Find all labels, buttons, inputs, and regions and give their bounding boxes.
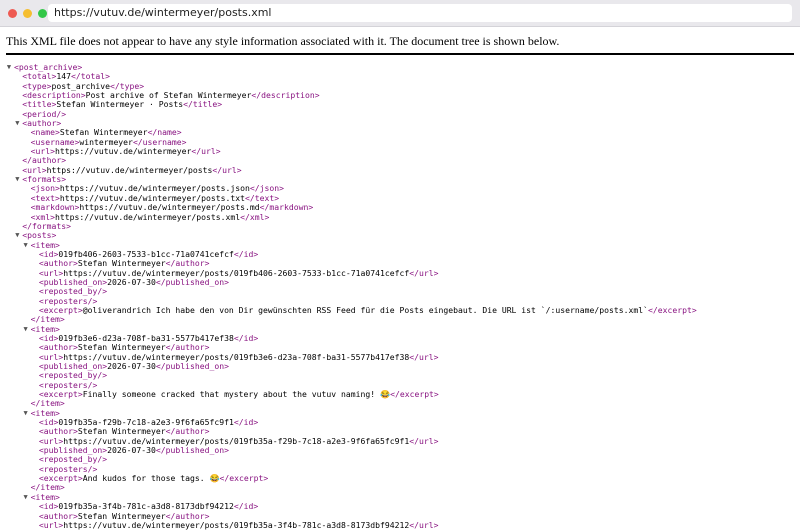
xml-text-value: And kudos for those tags. 😂 — [82, 473, 220, 484]
xml-close-tag: </title> — [183, 99, 223, 110]
minimize-window-button[interactable] — [23, 9, 32, 18]
xml-text-value: 2026-07-30 — [107, 445, 156, 456]
xml-line: ▼ <posts> — [6, 231, 800, 240]
xml-close-tag: </excerpt> — [219, 473, 269, 484]
xml-text-value: 2026-07-30 — [107, 276, 156, 287]
xml-line: <reposted_by/> — [6, 455, 800, 464]
xml-line: ▼ <post_archive> — [5, 62, 800, 72]
xml-close-tag: </url> — [409, 267, 439, 278]
xml-text-value: 2026-07-30 — [107, 361, 156, 371]
xml-text-value: @oliverandrich Ich habe den von Dir gewü… — [82, 304, 649, 315]
xml-line: <published_on>2026-07-30</published_on> — [6, 445, 800, 456]
collapse-triangle-icon[interactable]: ▼ — [22, 325, 30, 334]
collapse-triangle-icon[interactable]: ▼ — [13, 175, 21, 184]
xml-text-value: Finally someone cracked that mystery abo… — [82, 389, 391, 400]
xml-line: <url>https://vutuv.de/wintermeyer</url> — [6, 146, 800, 157]
collapse-triangle-icon[interactable]: ▼ — [22, 241, 30, 250]
xml-line: <reposted_by/> — [6, 287, 800, 296]
xml-text-value: https://vutuv.de/wintermeyer/posts — [46, 164, 213, 175]
xml-close-tag: </description> — [251, 90, 320, 101]
xml-text-value: https://vutuv.de/wintermeyer/posts.xml — [54, 211, 241, 222]
xml-close-tag: </id> — [233, 417, 259, 428]
collapse-triangle-icon[interactable]: ▼ — [5, 63, 13, 72]
xml-close-tag: </excerpt> — [390, 389, 439, 400]
xml-line: </item> — [6, 399, 800, 408]
xml-close-tag: </published_on> — [155, 445, 229, 456]
xml-close-tag: </id> — [233, 248, 259, 259]
xml-close-tag: </id> — [233, 501, 259, 512]
collapse-triangle-icon[interactable]: ▼ — [22, 493, 30, 502]
address-bar[interactable]: https://vutuv.de/wintermeyer/posts.xml — [48, 4, 792, 22]
xml-close-tag: </published_on> — [155, 276, 229, 287]
xml-text-value: Stefan Wintermeyer · Posts — [56, 99, 184, 110]
xml-document-tree: ▼ <post_archive> <total>147</total> <type>p… — [0, 62, 800, 530]
xml-close-tag: </url> — [409, 435, 439, 446]
xml-line: <xml>https://vutuv.de/wintermeyer/posts.… — [6, 211, 800, 222]
window-controls — [8, 9, 47, 18]
xml-text-value: https://vutuv.de/wintermeyer/posts/019fb… — [63, 519, 410, 530]
browser-titlebar: https://vutuv.de/wintermeyer/posts.xml — [0, 0, 800, 27]
xml-style-notice: This XML file does not appear to have an… — [6, 34, 794, 55]
xml-line: <url>https://vutuv.de/wintermeyer/posts/… — [6, 519, 800, 530]
xml-line: <published_on>2026-07-30</published_on> — [6, 276, 800, 287]
close-window-button[interactable] — [8, 9, 17, 18]
xml-close-tag: </published_on> — [155, 361, 229, 371]
xml-close-tag: </excerpt> — [648, 304, 697, 315]
xml-close-tag: </id> — [233, 332, 259, 343]
xml-close-tag: </url> — [212, 164, 242, 175]
xml-text-value: https://vutuv.de/wintermeyer — [54, 146, 192, 157]
xml-line: </item> — [6, 315, 800, 324]
zoom-window-button[interactable] — [38, 9, 47, 18]
xml-line: <period/> — [6, 109, 800, 119]
xml-line: </item> — [6, 483, 800, 492]
xml-open-tag: <url> — [38, 519, 64, 530]
xml-line: <reposted_by/> — [6, 371, 800, 380]
collapse-triangle-icon[interactable]: ▼ — [13, 119, 21, 128]
xml-close-tag: </xml> — [240, 211, 270, 222]
xml-line: </formats> — [6, 221, 800, 231]
xml-close-tag: </url> — [409, 519, 439, 530]
xml-line: <url>https://vutuv.de/wintermeyer/posts<… — [6, 164, 800, 175]
xml-close-tag: </url> — [409, 351, 439, 362]
xml-line: <excerpt>And kudos for those tags. 😂</ex… — [6, 473, 800, 484]
xml-close-tag: </url> — [191, 146, 221, 157]
collapse-triangle-icon[interactable]: ▼ — [13, 231, 21, 240]
xml-line: <title>Stefan Wintermeyer · Posts</title… — [6, 100, 800, 109]
xml-line: <published_on>2026-07-30</published_on> — [6, 361, 800, 371]
xml-line: <excerpt>@oliverandrich Ich habe den von… — [6, 304, 800, 315]
xml-line: <excerpt>Finally someone cracked that my… — [6, 389, 800, 400]
collapse-triangle-icon[interactable]: ▼ — [22, 409, 30, 418]
